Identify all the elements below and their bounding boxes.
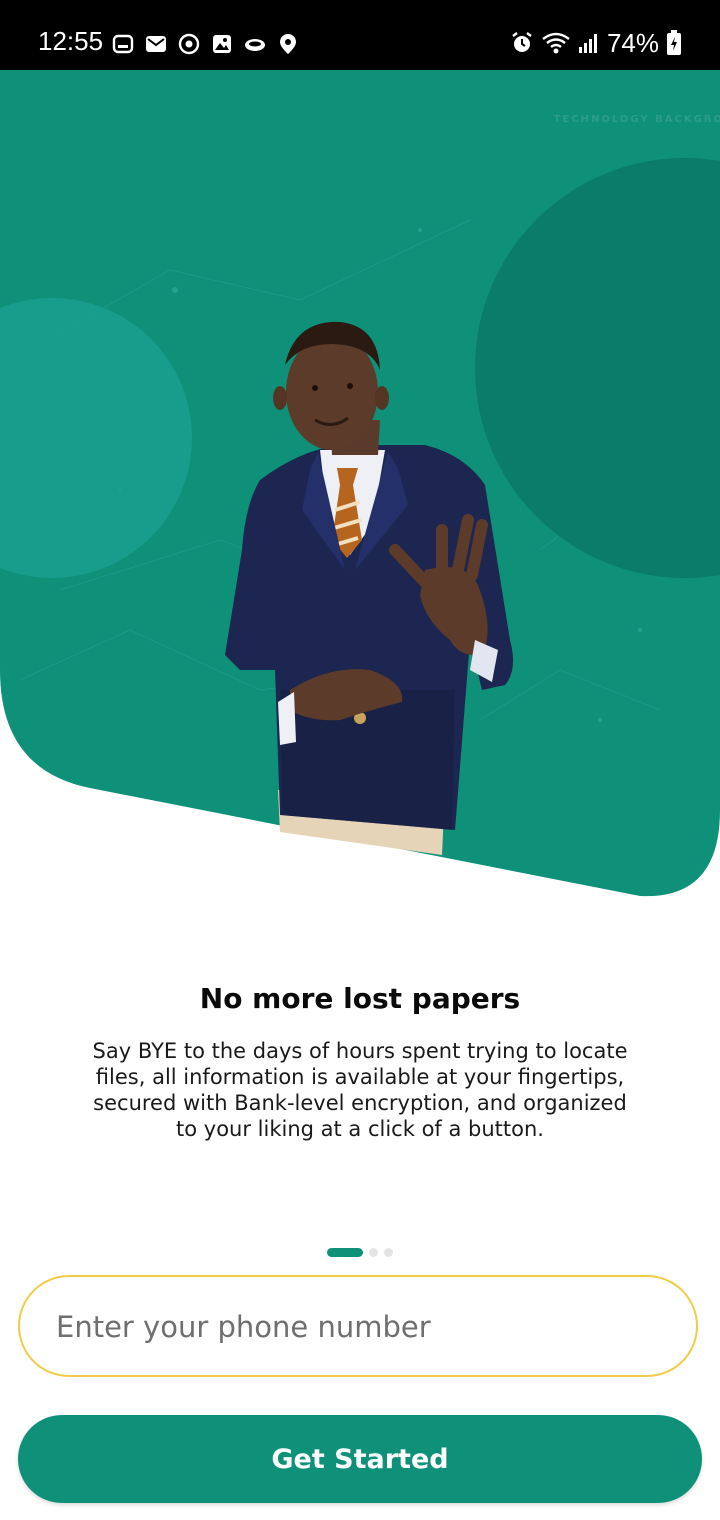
onboarding-description: Say BYE to the days of hours spent tryin…: [92, 1039, 628, 1141]
get-started-button[interactable]: Get Started: [18, 1415, 702, 1503]
signal-icon: [578, 34, 597, 53]
onboarding-title: No more lost papers: [199, 982, 521, 1015]
hero-watermark: TECHNOLOGY BACKGRO: [553, 114, 720, 125]
status-bar: 12:55 74%: [0, 0, 720, 70]
status-right: 74%: [510, 28, 682, 58]
page-indicator: [0, 1248, 720, 1257]
status-left-icons: [112, 33, 299, 55]
battery-icon: [667, 30, 681, 55]
page-dot: [369, 1248, 378, 1257]
phone-number-input[interactable]: [54, 1277, 658, 1377]
sync-icon: [178, 33, 200, 55]
gallery-icon: [213, 35, 231, 53]
mail-icon: [146, 36, 166, 52]
person-illustration: [225, 321, 514, 855]
page-dot: [384, 1248, 393, 1257]
notification-icon: [112, 34, 134, 54]
status-time: 12:55: [38, 26, 104, 56]
cloud-icon: [245, 39, 265, 51]
hero-banner: TECHNOLOGY BACKGRO: [0, 70, 720, 930]
alarm-icon: [512, 32, 532, 52]
page-dot-active: [327, 1248, 363, 1257]
location-icon: [280, 34, 296, 54]
wifi-icon: [542, 32, 570, 54]
battery-percent: 74%: [606, 27, 659, 58]
phone-field[interactable]: [18, 1275, 698, 1377]
